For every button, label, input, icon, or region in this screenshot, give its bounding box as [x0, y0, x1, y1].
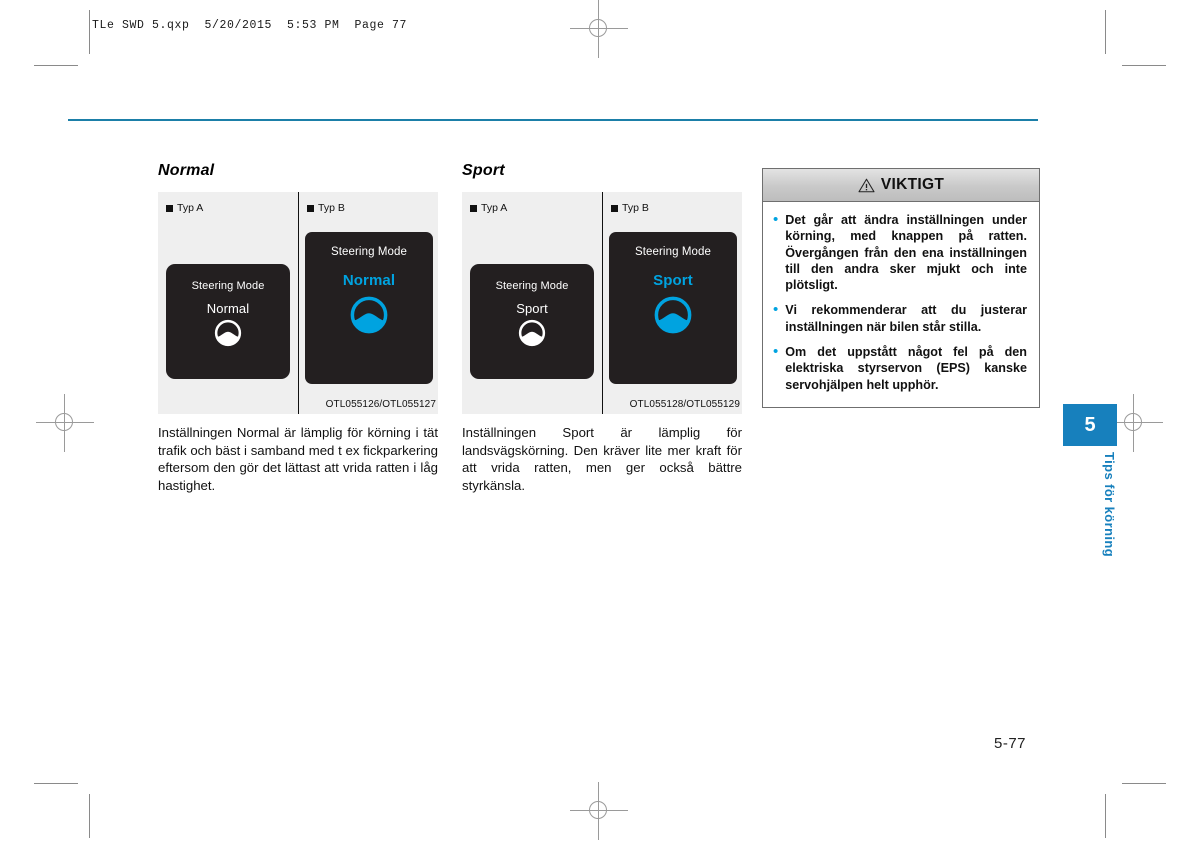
section-normal: Normal Typ A Steering Mode Normal Typ B …: [158, 162, 438, 494]
display-screen-sport-type-b: Steering Mode Sport: [609, 232, 737, 384]
notice-list-item: • Om det uppstått något fel på den elekt…: [773, 344, 1027, 393]
screen-title-normal-b: Steering Mode: [330, 246, 408, 258]
crop-mark-bottom-right-horizontal: [1122, 783, 1166, 784]
type-b-label-text: Typ B: [622, 202, 649, 214]
notice-title: VIKTIGT: [880, 176, 945, 193]
crop-mark-bottom-right-vertical: [1105, 794, 1106, 838]
crop-mark-top-left-horizontal: [34, 65, 78, 66]
figure-normal: Typ A Steering Mode Normal Typ B Steerin: [158, 192, 438, 414]
type-a-label-sport: Typ A: [470, 202, 507, 214]
square-bullet-icon: [470, 204, 477, 212]
notice-item-text: Vi rekommenderar att du justerar inställ…: [785, 303, 1027, 334]
steering-wheel-icon-sport-b: [652, 294, 694, 341]
figure-sport: Typ A Steering Mode Sport Typ B Steering: [462, 192, 742, 414]
page-number: 5-77: [993, 735, 1027, 752]
chapter-tab-number-box: 5: [1063, 404, 1117, 446]
notice-body: • Det går att ändra inställningen under …: [763, 202, 1039, 407]
bullet-icon: •: [773, 211, 779, 228]
figure-sport-type-a: Typ A Steering Mode Sport: [462, 192, 602, 414]
square-bullet-icon: [611, 204, 618, 212]
display-screen-normal-type-a: Steering Mode Normal: [166, 264, 290, 379]
type-a-label-text: Typ A: [177, 202, 204, 214]
body-text-sport: Inställningen Sport är lämplig för lands…: [462, 425, 742, 493]
mode-label-normal-b: Normal: [342, 272, 396, 289]
type-a-label-text: Typ A: [481, 202, 508, 214]
display-screen-sport-type-a: Steering Mode Sport: [470, 264, 594, 379]
figure-caption-normal: OTL055126/OTL055127: [325, 399, 436, 410]
type-b-label-text: Typ B: [318, 202, 345, 214]
chapter-number: 5: [1084, 413, 1096, 436]
crop-mark-bottom-left-vertical: [89, 794, 90, 838]
crop-mark-top-left-vertical: [89, 10, 90, 54]
steering-wheel-icon-normal-a: [213, 318, 243, 353]
notice-list-item: • Det går att ändra inställningen under …: [773, 211, 1027, 293]
mode-label-sport-a: Sport: [516, 301, 548, 316]
print-header-text: TLe SWD 5.qxp 5/20/2015 5:53 PM Page 77: [92, 19, 408, 32]
notice-header: VIKTIGT: [763, 169, 1039, 202]
header-rule: [68, 119, 1038, 121]
registration-mark-top: [570, 0, 628, 58]
section-sport: Sport Typ A Steering Mode Sport Typ B St…: [462, 162, 742, 494]
type-b-label-sport: Typ B: [611, 202, 649, 214]
type-a-label-normal: Typ A: [166, 202, 203, 214]
figure-caption-sport: OTL055128/OTL055129: [629, 399, 740, 410]
figure-sport-type-b: Typ B Steering Mode Sport OTL055128/OTL0…: [602, 192, 742, 414]
notice-item-text: Det går att ändra inställningen under kö…: [785, 213, 1027, 293]
section-title-normal: Normal: [158, 162, 215, 179]
steering-wheel-icon-sport-a: [517, 318, 547, 353]
crop-mark-top-right-vertical: [1105, 10, 1106, 54]
warning-triangle-icon: [858, 178, 875, 192]
screen-title-sport-b: Steering Mode: [634, 246, 712, 258]
square-bullet-icon: [166, 204, 173, 212]
display-screen-normal-type-b: Steering Mode Normal: [305, 232, 433, 384]
crop-mark-bottom-left-horizontal: [34, 783, 78, 784]
type-b-label-normal: Typ B: [307, 202, 345, 214]
screen-title-sport-a: Steering Mode: [495, 280, 569, 292]
registration-mark-left: [36, 394, 94, 452]
square-bullet-icon: [307, 204, 314, 212]
steering-wheel-icon-normal-b: [348, 294, 390, 341]
bullet-icon: •: [773, 301, 779, 319]
figure-normal-type-b: Typ B Steering Mode Normal OTL055126/OTL…: [298, 192, 438, 414]
notice-item-text: Om det uppstått något fel på den elektri…: [785, 345, 1027, 392]
mode-label-sport-b: Sport: [653, 272, 693, 289]
registration-mark-bottom: [570, 782, 628, 840]
chapter-tab-label: Tips för körning: [1102, 452, 1117, 558]
mode-label-normal-a: Normal: [206, 301, 250, 316]
section-title-sport: Sport: [462, 162, 505, 179]
figure-normal-type-a: Typ A Steering Mode Normal: [158, 192, 298, 414]
crop-mark-top-right-horizontal: [1122, 65, 1166, 66]
notice-box-viktigt: VIKTIGT • Det går att ändra inställninge…: [762, 168, 1040, 408]
notice-list-item: • Vi rekommenderar att du justerar instä…: [773, 302, 1027, 335]
body-text-normal: Inställningen Normal är lämplig för körn…: [158, 425, 438, 493]
screen-title-normal-a: Steering Mode: [191, 280, 265, 292]
bullet-icon: •: [773, 343, 779, 361]
